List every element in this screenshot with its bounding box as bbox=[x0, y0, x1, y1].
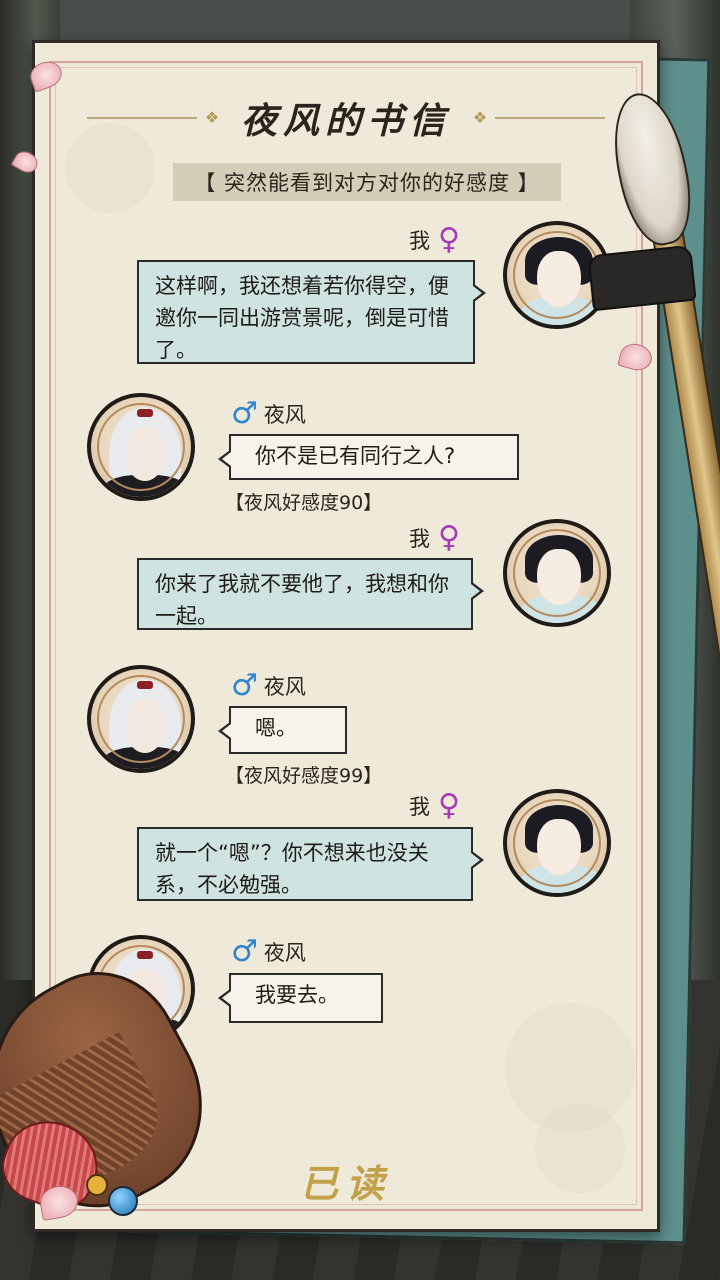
title-row: ❖ 夜风的书信 ❖ bbox=[35, 93, 657, 143]
avatar-me[interactable] bbox=[503, 519, 611, 627]
avatar-ring bbox=[97, 403, 185, 491]
avatar-ring bbox=[97, 675, 185, 763]
message-bubble-me: 你来了我就不要他了，我想和你一起。 bbox=[137, 558, 484, 630]
bead-icon bbox=[108, 1186, 138, 1216]
sender-name: 夜风 bbox=[263, 941, 306, 965]
sender-name-yefeng: ♂ 夜风 bbox=[231, 399, 306, 429]
effect-banner: 【 突然能看到对方对你的好感度 】 bbox=[173, 163, 561, 201]
letter-title: 夜风的书信 bbox=[240, 100, 451, 142]
message-bubble-me: 就一个“嗯”？你不想来也没关系，不必勉强。 bbox=[137, 827, 484, 901]
female-symbol-icon: ♀ bbox=[438, 788, 460, 823]
message-bubble-yefeng: 你不是已有同行之人? bbox=[218, 434, 519, 480]
sender-name-yefeng: ♂ 夜风 bbox=[231, 937, 306, 967]
ornament-icon: ❖ bbox=[472, 108, 488, 127]
avatar-me[interactable] bbox=[503, 789, 611, 897]
avatar-ring bbox=[513, 231, 601, 319]
sender-name: 我 bbox=[409, 795, 430, 819]
message-bubble-me: 这样啊，我还想着若你得空，便邀你一同出游赏景呢，倒是可惜了。 bbox=[137, 260, 486, 364]
male-symbol-icon: ♂ bbox=[231, 934, 258, 969]
title-divider-left bbox=[86, 117, 197, 119]
sender-name-me: 我 ♀ bbox=[409, 791, 460, 821]
affection-label: 【夜风好感度90】 bbox=[225, 492, 383, 514]
male-symbol-icon: ♂ bbox=[231, 668, 258, 703]
sender-name: 夜风 bbox=[263, 403, 306, 427]
sender-name-me: 我 ♀ bbox=[409, 523, 460, 553]
female-symbol-icon: ♀ bbox=[438, 222, 460, 257]
message-bubble-yefeng: 嗯。 bbox=[218, 706, 347, 754]
sender-name-me: 我 ♀ bbox=[409, 225, 460, 255]
avatar-ring bbox=[513, 799, 601, 887]
sender-name: 我 bbox=[409, 229, 430, 253]
avatar-yefeng[interactable] bbox=[87, 665, 195, 773]
female-symbol-icon: ♀ bbox=[438, 520, 460, 555]
sender-name-yefeng: ♂ 夜风 bbox=[231, 671, 306, 701]
sender-name: 我 bbox=[409, 527, 430, 551]
brush-rest bbox=[587, 244, 697, 312]
title-divider-right bbox=[495, 117, 605, 119]
avatar-yefeng[interactable] bbox=[87, 393, 195, 501]
affection-label: 【夜风好感度99】 bbox=[225, 765, 383, 787]
bead-icon bbox=[86, 1174, 108, 1196]
male-symbol-icon: ♂ bbox=[231, 396, 258, 431]
avatar-ring bbox=[513, 529, 601, 617]
ornament-icon: ❖ bbox=[204, 108, 220, 127]
message-bubble-yefeng: 我要去。 bbox=[218, 973, 383, 1023]
sender-name: 夜风 bbox=[263, 675, 306, 699]
